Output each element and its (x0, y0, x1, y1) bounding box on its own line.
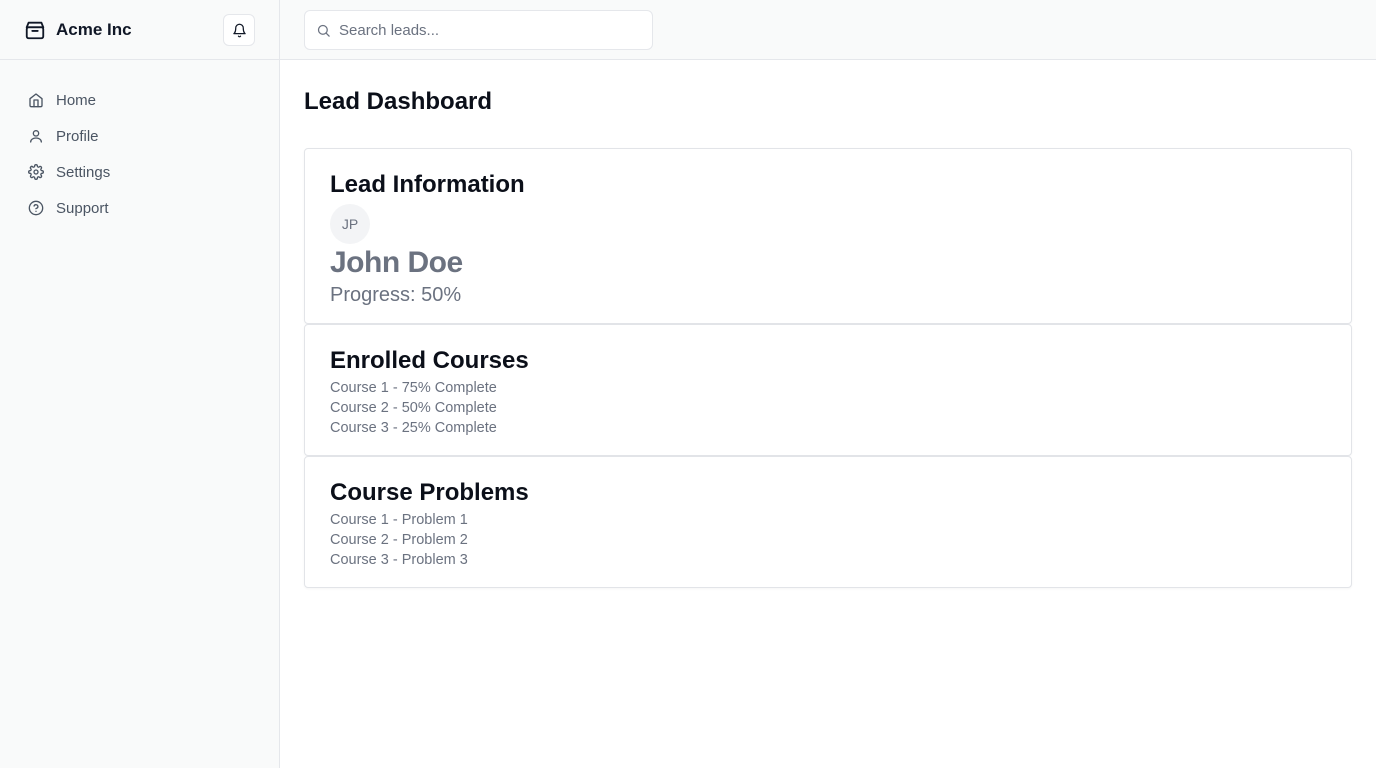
problems-list: Course 1 - Problem 1 Course 2 - Problem … (330, 510, 1326, 570)
sidebar-item-home[interactable]: Home (16, 82, 263, 118)
courses-list: Course 1 - 75% Complete Course 2 - 50% C… (330, 378, 1326, 438)
sidebar: Acme Inc Home Profile Settings Support (0, 0, 280, 768)
card-title: Course Problems (330, 479, 529, 506)
lead-information-card: Lead Information JP John Doe Progress: 5… (304, 148, 1352, 324)
sidebar-item-support[interactable]: Support (16, 190, 263, 226)
top-bar (280, 0, 1376, 60)
list-item: Course 3 - Problem 3 (330, 552, 468, 568)
brand-name: Acme Inc (56, 19, 132, 39)
lead-progress: Progress: 50% (330, 284, 462, 306)
list-item: Course 3 - 25% Complete (330, 420, 497, 436)
course-problems-card: Course Problems Course 1 - Problem 1 Cou… (304, 456, 1352, 588)
notifications-button[interactable] (223, 14, 255, 46)
sidebar-item-settings[interactable]: Settings (16, 154, 263, 190)
home-icon (28, 92, 44, 108)
avatar: JP (330, 204, 370, 244)
sidebar-item-label: Settings (56, 163, 111, 181)
list-item: Course 1 - Problem 1 (330, 512, 468, 528)
list-item: Course 2 - 50% Complete (330, 400, 497, 416)
cards-container: Lead Information JP John Doe Progress: 5… (304, 148, 1352, 588)
page-title: Lead Dashboard (304, 88, 493, 115)
enrolled-courses-card: Enrolled Courses Course 1 - 75% Complete… (304, 324, 1352, 456)
main-content: Lead Dashboard Lead Information JP John … (304, 60, 1352, 588)
user-icon (28, 128, 44, 144)
bell-icon (232, 23, 247, 38)
gear-icon (28, 164, 44, 180)
brand[interactable]: Acme Inc (24, 19, 132, 41)
card-title: Lead Information (330, 171, 525, 198)
package-icon (24, 19, 46, 41)
lead-name: John Doe (330, 246, 463, 279)
search-icon (316, 23, 331, 38)
sidebar-item-profile[interactable]: Profile (16, 118, 263, 154)
list-item: Course 2 - Problem 2 (330, 532, 468, 548)
search-input[interactable] (339, 21, 629, 39)
sidebar-header: Acme Inc (0, 0, 279, 60)
search-box[interactable] (304, 10, 653, 50)
sidebar-nav: Home Profile Settings Support (0, 60, 279, 226)
sidebar-item-label: Home (56, 91, 97, 109)
card-title: Enrolled Courses (330, 347, 529, 374)
help-circle-icon (28, 200, 44, 216)
sidebar-item-label: Profile (56, 127, 99, 145)
sidebar-item-label: Support (56, 199, 109, 217)
list-item: Course 1 - 75% Complete (330, 380, 497, 396)
